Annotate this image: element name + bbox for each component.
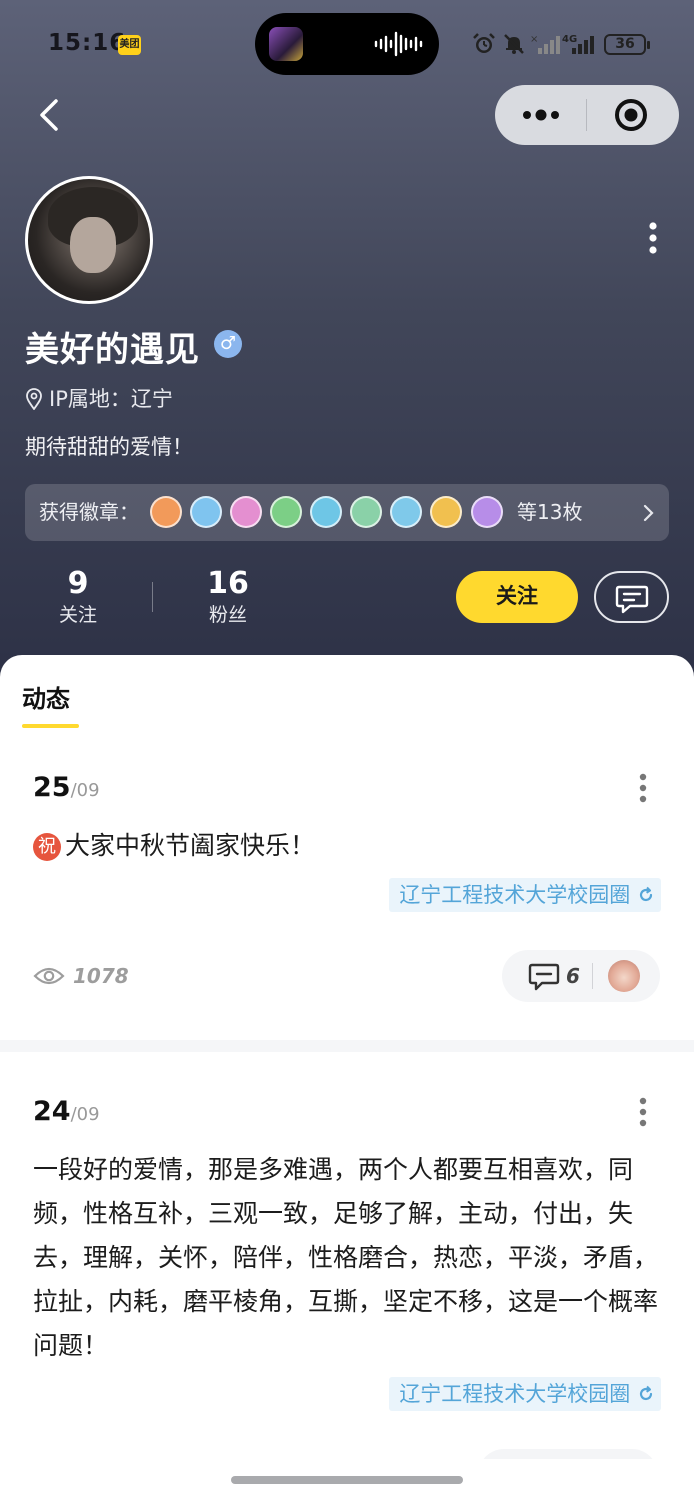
- tab-feed[interactable]: 动态: [22, 679, 70, 714]
- circle-tag-label: 辽宁工程技术大学校园圈: [399, 883, 631, 907]
- message-button[interactable]: [594, 571, 669, 623]
- more-vertical-icon[interactable]: [633, 772, 653, 806]
- sound-wave-icon: [374, 31, 423, 57]
- comment-count: 6: [566, 964, 580, 988]
- miniprogram-capsule: [495, 85, 679, 145]
- circle-tag[interactable]: 辽宁工程技术大学校园圈: [389, 1377, 661, 1411]
- content-panel: 动态: [0, 655, 694, 1502]
- badges-bar[interactable]: 获得徽章： 等13枚: [25, 484, 669, 541]
- post-day: 25: [33, 772, 71, 803]
- eye-icon: [33, 967, 65, 985]
- post-text: 祝大家中秋节阖家快乐！: [33, 824, 663, 868]
- badges-count: 等13枚: [517, 500, 583, 524]
- comment-pill[interactable]: 6: [502, 950, 660, 1002]
- badge-icon: [190, 496, 222, 528]
- meituan-app-badge: 美团: [118, 35, 141, 55]
- chat-bubble-icon: [615, 585, 649, 614]
- more-dots-icon[interactable]: [517, 99, 565, 131]
- dynamic-island[interactable]: [255, 13, 439, 75]
- back-arrow-icon[interactable]: [30, 95, 70, 135]
- followers-label: 粉丝: [208, 604, 247, 626]
- location-pin-icon: [26, 388, 42, 410]
- pill-divider: [592, 963, 593, 989]
- post-day: 24: [33, 1096, 71, 1127]
- alarm-icon: [473, 33, 495, 53]
- post-date: 25/09: [33, 772, 100, 803]
- post-text-content: 大家中秋节阖家快乐！: [65, 831, 316, 860]
- username: 美好的遇见: [25, 330, 200, 370]
- mute-bell-icon: [504, 34, 524, 54]
- more-vertical-icon[interactable]: [643, 220, 663, 256]
- user-bio: 期待甜甜的爱情！: [25, 435, 193, 459]
- profile-header: 15:16 美团 × 4G 36 美好的遇见 ♂ IP属地：辽宁 期待甜甜的爱情…: [0, 0, 694, 700]
- avatar[interactable]: [25, 176, 153, 304]
- post-month: /09: [70, 1104, 100, 1125]
- avatar-face: [70, 217, 116, 273]
- system-status-icons: × 4G 36: [472, 30, 652, 58]
- tab-active-indicator: [22, 724, 79, 728]
- view-count-number: 1078: [73, 964, 129, 988]
- refresh-icon: [639, 1385, 653, 1401]
- chevron-right-icon: [643, 504, 654, 522]
- badge-icon: [230, 496, 262, 528]
- badge-icon: [471, 496, 503, 528]
- status-bar: 15:16 美团 × 4G 36: [0, 0, 694, 90]
- post-date: 24/09: [33, 1096, 100, 1127]
- followers-count: 16: [207, 566, 249, 601]
- follow-button[interactable]: 关注: [456, 571, 578, 623]
- music-cover-thumbnail: [269, 27, 303, 61]
- following-label: 关注: [58, 604, 97, 626]
- svg-text:4G: 4G: [562, 34, 577, 45]
- post-text: 一段好的爱情，那是多难遇，两个人都要互相喜欢，同频，性格互补，三观一致，足够了解…: [33, 1155, 659, 1360]
- svg-text:×: ×: [530, 34, 538, 45]
- badge-icon: [390, 496, 422, 528]
- circle-tag-label: 辽宁工程技术大学校园圈: [399, 1382, 631, 1406]
- badge-icon: [350, 496, 382, 528]
- battery-indicator: 36: [604, 34, 650, 55]
- following-stat[interactable]: 9 关注: [40, 567, 116, 629]
- badges-label: 获得徽章：: [39, 500, 139, 524]
- commenter-avatar: [608, 960, 640, 992]
- home-indicator[interactable]: [231, 1476, 463, 1484]
- male-gender-icon: ♂: [214, 330, 242, 358]
- following-count: 9: [67, 566, 89, 601]
- post-separator: [0, 1040, 694, 1052]
- badge-icon: [270, 496, 302, 528]
- stat-divider: [152, 582, 153, 612]
- comment-icon: [528, 963, 560, 991]
- badge-icon: [430, 496, 462, 528]
- post-month: /09: [70, 780, 100, 801]
- followers-stat[interactable]: 16 粉丝: [188, 567, 268, 629]
- badge-icon: [150, 496, 182, 528]
- ip-location-text: IP属地：辽宁: [49, 387, 173, 411]
- capsule-divider: [586, 99, 587, 131]
- target-icon[interactable]: [613, 97, 649, 133]
- refresh-icon: [639, 886, 653, 902]
- signal-x-icon: ×: [530, 34, 560, 54]
- blessing-emoji-icon: 祝: [33, 833, 61, 861]
- status-time: 15:16: [48, 30, 127, 56]
- badge-icon: [310, 496, 342, 528]
- signal-4g-icon: 4G: [562, 34, 594, 54]
- circle-tag[interactable]: 辽宁工程技术大学校园圈: [389, 878, 661, 912]
- more-vertical-icon[interactable]: [633, 1096, 653, 1130]
